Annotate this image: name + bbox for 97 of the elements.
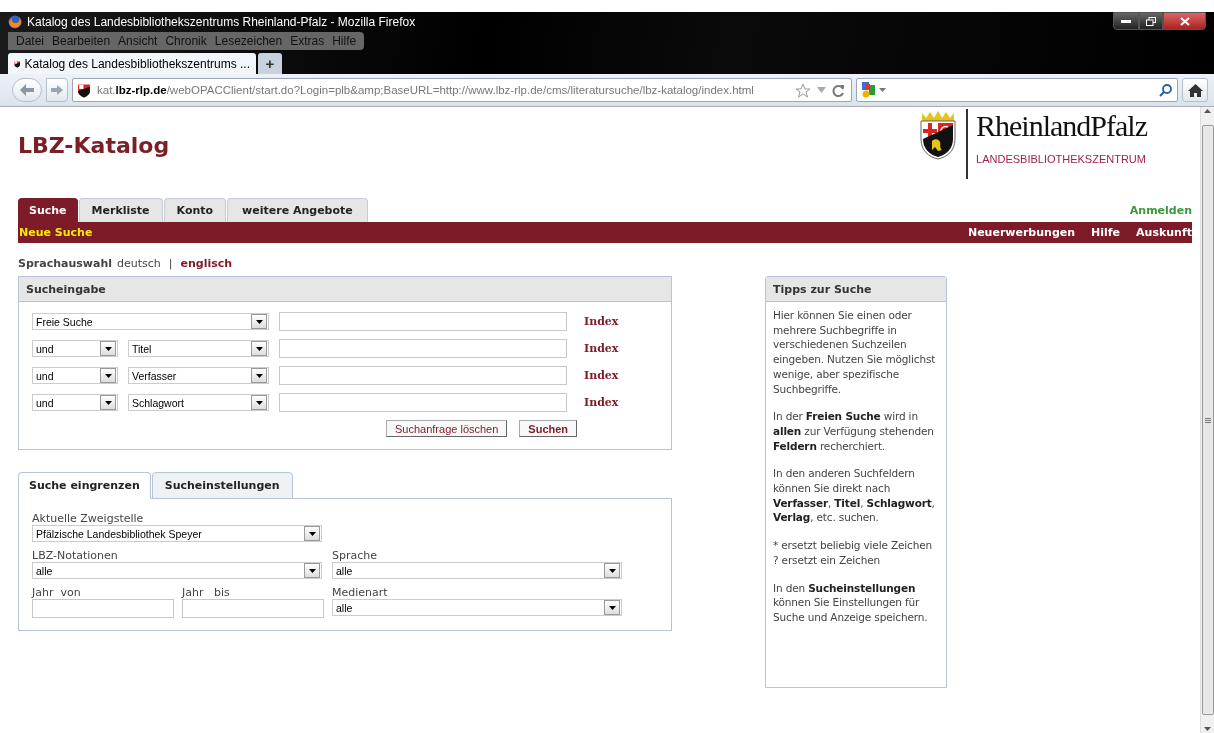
year-to-input[interactable] — [182, 599, 324, 618]
new-search-link[interactable]: Neue Suche — [19, 226, 93, 239]
scroll-down-icon[interactable] — [1204, 725, 1211, 733]
language-label: Sprachauswahl — [18, 257, 112, 270]
close-icon — [1179, 16, 1190, 26]
caret-icon — [255, 346, 263, 351]
search-icon[interactable] — [1159, 83, 1172, 97]
field-select[interactable]: Verfasser — [128, 367, 269, 384]
language-select[interactable]: alle — [332, 562, 622, 579]
back-arrow-icon — [20, 84, 34, 96]
caret-icon — [608, 605, 616, 610]
reload-icon[interactable] — [832, 83, 845, 97]
caret-icon — [608, 568, 616, 573]
home-icon — [1187, 83, 1203, 97]
nav-link[interactable]: Auskunft — [1136, 226, 1192, 239]
caret-icon — [255, 400, 263, 405]
nav-tab[interactable]: Suche — [18, 198, 78, 222]
nav-link[interactable]: Hilfe — [1091, 226, 1121, 239]
coat-of-arms-icon — [918, 109, 959, 161]
filter-tab[interactable]: Sucheinstellungen — [151, 472, 293, 499]
maximize-button[interactable] — [1139, 12, 1163, 30]
filter-tab[interactable]: Suche eingrenzen — [18, 472, 151, 499]
operator-select[interactable]: und — [32, 394, 118, 411]
index-link[interactable]: Index — [584, 315, 619, 328]
field-select[interactable]: Titel — [128, 340, 269, 357]
operator-select[interactable]: und — [32, 340, 118, 357]
back-button[interactable] — [12, 78, 42, 102]
field-label: Aktuelle Zweigstelle — [32, 512, 145, 525]
search-button[interactable]: Suchen — [519, 420, 578, 437]
notation-select[interactable]: alle — [32, 562, 322, 579]
nav-link[interactable]: Neuerwerbungen — [967, 226, 1076, 239]
separator: | — [168, 257, 173, 270]
field-label: Sprache — [332, 549, 378, 562]
operator-select[interactable]: und — [32, 367, 118, 384]
tip-text: * ersetzt beliebig viele Zeichen — [773, 538, 933, 553]
caret-icon — [308, 568, 316, 573]
scroll-up-icon[interactable] — [1204, 107, 1211, 115]
field-label: Jahr bis — [182, 586, 231, 599]
search-field[interactable] — [856, 78, 1178, 102]
tip-text: In den anderen Suchfeldern können Sie direkt nach Verfasser, Titel, Schlagwort, Verlag, etc. suchen. — [773, 466, 936, 526]
close-button[interactable] — [1163, 12, 1206, 30]
login-link[interactable]: Anmelden — [1129, 204, 1192, 217]
panel-title: Sucheingabe — [19, 277, 671, 302]
media-type-select[interactable]: alle — [332, 599, 622, 616]
page-title: LBZ-Katalog — [18, 133, 170, 158]
tip-text: In der Freien Suche wird in allen zur Verfügung stehenden Feldern recherchiert. — [773, 409, 935, 454]
dropdown-icon[interactable] — [817, 87, 826, 93]
new-tab-button[interactable]: + — [258, 53, 282, 74]
caret-icon — [104, 346, 112, 351]
minimize-icon — [1121, 19, 1131, 23]
nav-tab[interactable]: weitere Angebote — [227, 198, 368, 222]
window-title: Katalog des Landesbibliothekszentrums Rheinland-Pfalz - Mozilla Firefox — [27, 15, 416, 29]
home-button[interactable] — [1182, 78, 1208, 102]
minimize-button[interactable] — [1113, 12, 1139, 30]
tip-text: Hier können Sie einen oder mehrere Suchbegriffe in verschiedenen Suchzeilen eingeben. Nutzen Sie möglichst wenige, aber spezifische Suchbegriffe. — [773, 308, 937, 397]
index-link[interactable]: Index — [584, 342, 619, 355]
clear-button[interactable]: Suchanfrage löschen — [386, 420, 508, 437]
field-label: Jahr von — [32, 586, 82, 599]
caret-icon — [255, 373, 263, 378]
caret-icon — [104, 373, 112, 378]
star-icon[interactable] — [795, 82, 811, 98]
search-engine-icon — [862, 82, 876, 98]
tip-text: In den Sucheinstellungen können Sie Einstellungen für Suche und Anzeige speichern. — [773, 580, 929, 625]
panel-title: Tipps zur Suche — [766, 277, 946, 302]
index-link[interactable]: Index — [584, 369, 619, 382]
search-input[interactable] — [279, 393, 567, 412]
language-link[interactable]: englisch — [180, 257, 233, 270]
field-select[interactable]: Freie Suche — [32, 313, 269, 330]
grip-icon — [1204, 417, 1211, 423]
branch-select[interactable]: Pfälzische Landesbibliothek Speyer — [32, 525, 322, 542]
caret-icon — [308, 531, 316, 536]
year-from-input[interactable] — [32, 599, 174, 618]
search-input[interactable] — [279, 339, 567, 358]
search-input[interactable] — [279, 366, 567, 385]
caret-icon — [255, 319, 263, 324]
forward-button[interactable] — [46, 78, 68, 102]
caret-icon — [104, 400, 112, 405]
index-link[interactable]: Index — [584, 396, 619, 409]
tip-text: ? ersetzt ein Zeichen — [773, 552, 882, 568]
browser-logo-icon — [8, 15, 22, 29]
dropdown-icon[interactable] — [879, 88, 886, 92]
logo-subtitle: LANDESBIBLIOTHEKSZENTRUM — [976, 153, 1147, 165]
favicon-icon — [77, 82, 91, 98]
nav-tab[interactable]: Merkliste — [78, 198, 163, 222]
search-input[interactable] — [279, 312, 567, 331]
forward-arrow-icon — [51, 85, 63, 95]
url-text: kat.lbz-rlp.de/webOPACClient/start.do?Login=plb&amp;BaseURL=http://www.lbz-rlp.de/cms/literatursuche/lbz-katalog/index.html — [97, 84, 755, 96]
nav-tab[interactable]: Konto — [163, 198, 227, 222]
restore-icon — [1146, 16, 1156, 26]
scrollbar-thumb[interactable] — [1201, 125, 1214, 715]
address-bar[interactable]: kat.lbz-rlp.de/webOPACClient/start.do?Login=plb&amp;BaseURL=http://www.lbz-rlp.de/cms/literatursuche/lbz-katalog/index.html — [72, 78, 852, 102]
language-current: deutsch — [117, 257, 161, 270]
browser-tab[interactable]: Katalog des Landesbibliothekszentrums ... — [8, 53, 256, 74]
field-select[interactable]: Schlagwort — [128, 394, 269, 411]
field-label: Medienart — [332, 586, 389, 599]
logo-wordmark: RheinlandPfalz — [976, 109, 1147, 143]
field-label: LBZ-Notationen — [32, 549, 119, 562]
